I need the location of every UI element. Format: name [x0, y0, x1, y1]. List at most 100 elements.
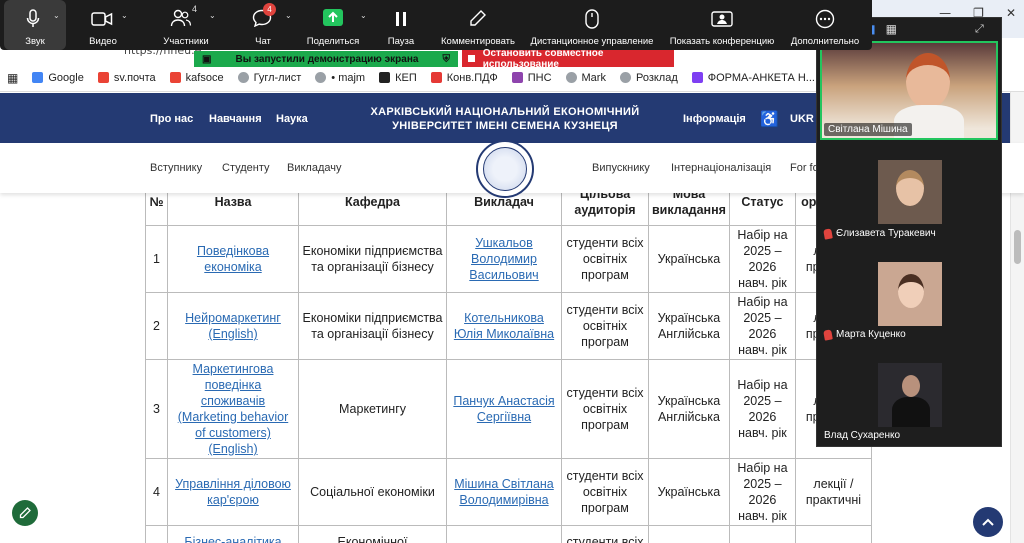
language-switch[interactable]: UKR	[790, 113, 814, 125]
bookmark-item[interactable]: sv.почта	[91, 72, 163, 84]
teacher-cell: Мішина Світлана Володимирівна	[446, 458, 562, 526]
globe-icon	[237, 72, 249, 83]
bookmark-item[interactable]: Mark	[559, 72, 613, 84]
bookmark-item[interactable]: • majm	[308, 72, 372, 84]
close-icon[interactable]: ✕	[1006, 6, 1016, 20]
table-row: 3 Маркетингова поведінка споживачів (Mar…	[145, 359, 872, 459]
course-name-cell: Бізнес-аналітика	[167, 525, 299, 543]
nav-about[interactable]: Про нас	[150, 113, 193, 125]
edit-button[interactable]	[12, 500, 38, 526]
apps-grid-icon[interactable]: ▦	[0, 71, 25, 85]
teacher-link[interactable]: Котельникова Юлія Миколаївна	[454, 311, 554, 341]
teacher-cell: Ушкальов Володимир Васильович	[446, 225, 562, 293]
status-cell: Набір на 2025 – 2026 навч. рік	[728, 359, 796, 459]
course-link[interactable]: Поведінкова економіка	[197, 244, 269, 274]
subnav-internationalization[interactable]: Інтернаціоналізація	[671, 162, 771, 174]
gmail-icon	[169, 72, 181, 83]
row-number: 1	[145, 225, 168, 293]
course-link[interactable]: Бізнес-аналітика	[184, 535, 281, 543]
university-logo[interactable]	[476, 140, 534, 198]
chevron-down-icon[interactable]: ⌄	[285, 11, 292, 20]
globe-icon	[315, 72, 327, 83]
gallery-view-icon[interactable]: ▦	[886, 22, 897, 36]
nav-education[interactable]: Навчання	[209, 113, 262, 125]
fullscreen-icon[interactable]: ⤢	[975, 23, 984, 36]
nav-information[interactable]: Інформація	[683, 113, 746, 125]
teacher-link[interactable]: Мішина Світлана Володимирівна	[454, 477, 554, 507]
row-number: 4	[145, 458, 168, 526]
audio-button[interactable]: ⌄ Звук	[4, 0, 66, 50]
remote-control-icon	[585, 9, 599, 29]
subnav-for-foreigners[interactable]: For fo	[790, 162, 819, 174]
bookmark-item[interactable]: КЕП	[372, 72, 424, 84]
participant-label: Єлизавета Туракевич	[823, 227, 936, 240]
subnav-applicant[interactable]: Вступнику	[150, 162, 202, 174]
show-meeting-button[interactable]: Показать конференцию	[665, 0, 779, 50]
participants-button[interactable]: 4 ⌄ Участники	[152, 0, 220, 50]
video-button[interactable]: ⌄ Видео	[76, 0, 130, 50]
course-link[interactable]: Управління діловою кар'єрою	[175, 477, 291, 507]
gmail-icon	[97, 72, 109, 83]
scroll-to-top-button[interactable]	[973, 507, 1003, 537]
course-link[interactable]: Нейромаркетинг (English)	[185, 311, 281, 341]
teacher-link[interactable]: Ушкальов Володимир Васильович	[469, 236, 538, 282]
pdf-icon	[430, 72, 442, 83]
teacher-link[interactable]: Панчук Анастасія Сергіївна	[453, 394, 554, 424]
share-screen-button[interactable]: ⌄ Поделиться	[302, 0, 367, 50]
participant-count: 4	[192, 4, 198, 14]
format-cell	[794, 525, 872, 543]
participant-label: Марта Куценко	[823, 328, 906, 341]
accessibility-icon[interactable]: ♿	[760, 110, 779, 128]
participant-video	[906, 53, 950, 109]
department-cell: Маркетингу	[298, 359, 447, 459]
pause-share-button[interactable]: Пауза	[381, 0, 421, 50]
annotate-button[interactable]: Комментировать	[436, 0, 520, 50]
language-cell	[648, 525, 730, 543]
bookmark-item[interactable]: Google	[25, 72, 90, 84]
audience-cell: студенти всіх освітніх програм	[561, 225, 649, 293]
chevron-down-icon[interactable]: ⌄	[53, 11, 60, 20]
participant-tile[interactable]	[878, 363, 942, 427]
table-row: 4 Управління діловою кар'єрою Соціальної…	[145, 458, 872, 526]
subnav-graduate[interactable]: Випускнику	[592, 162, 650, 174]
bookmark-item[interactable]: ФОРМА-АНКЕТА Н...	[685, 72, 822, 84]
remote-control-button[interactable]: Дистанционное управление	[525, 0, 659, 50]
stop-share-button[interactable]: Остановить совместное использование	[462, 48, 674, 70]
table-row: Бізнес-аналітика Економічної студенти вс…	[145, 525, 872, 543]
chevron-down-icon[interactable]: ⌄	[209, 11, 216, 20]
video-icon	[91, 12, 113, 26]
language-cell: Українська Англійська	[648, 359, 730, 459]
courses-table: № Назва Кафедра Викладач Цільова аудитор…	[145, 178, 872, 543]
annotate-icon	[470, 10, 486, 26]
forms-icon	[691, 72, 703, 83]
teacher-cell: Котельникова Юлія Миколаївна	[446, 292, 562, 360]
language-cell: Українська	[648, 225, 730, 293]
nav-science[interactable]: Наука	[276, 113, 308, 125]
subnav-teacher[interactable]: Викладачу	[287, 162, 341, 174]
bookmark-item[interactable]: Конв.ПДФ	[424, 72, 505, 84]
bookmark-item[interactable]: ПНС	[505, 72, 559, 84]
participant-tile[interactable]	[878, 262, 942, 326]
participant-tile[interactable]	[878, 160, 942, 224]
more-icon	[815, 9, 835, 29]
course-name-cell: Нейромаркетинг (English)	[167, 292, 299, 360]
course-link[interactable]: Маркетингова поведінка споживачів (Marke…	[178, 362, 288, 456]
participant-tile-active[interactable]: Світлана Мішина	[820, 41, 998, 140]
bookmark-item[interactable]: kafsoce	[163, 72, 231, 84]
chat-button[interactable]: 4 ⌄ Чат	[243, 0, 292, 50]
teacher-cell: Панчук Анастасія Сергіївна	[446, 359, 562, 459]
scrollbar-thumb[interactable]	[1014, 230, 1021, 264]
chevron-down-icon[interactable]: ⌄	[121, 11, 128, 20]
department-cell: Соціальної економіки	[298, 458, 447, 526]
status-cell: Набір на 2025 – 2026 навч. рік	[728, 458, 796, 526]
pencil-icon	[19, 507, 31, 519]
bookmark-item[interactable]: Гугл-лист	[231, 72, 309, 84]
more-button[interactable]: Дополнительно	[785, 0, 865, 50]
department-cell: Економічної	[298, 525, 447, 543]
show-meeting-icon	[711, 11, 733, 27]
bookmark-item[interactable]: Розклад	[613, 72, 685, 84]
subnav-student[interactable]: Студенту	[222, 162, 270, 174]
course-name-cell: Поведінкова економіка	[167, 225, 299, 293]
chevron-down-icon[interactable]: ⌄	[360, 11, 367, 20]
participant-label: Влад Сухаренко	[824, 430, 901, 441]
